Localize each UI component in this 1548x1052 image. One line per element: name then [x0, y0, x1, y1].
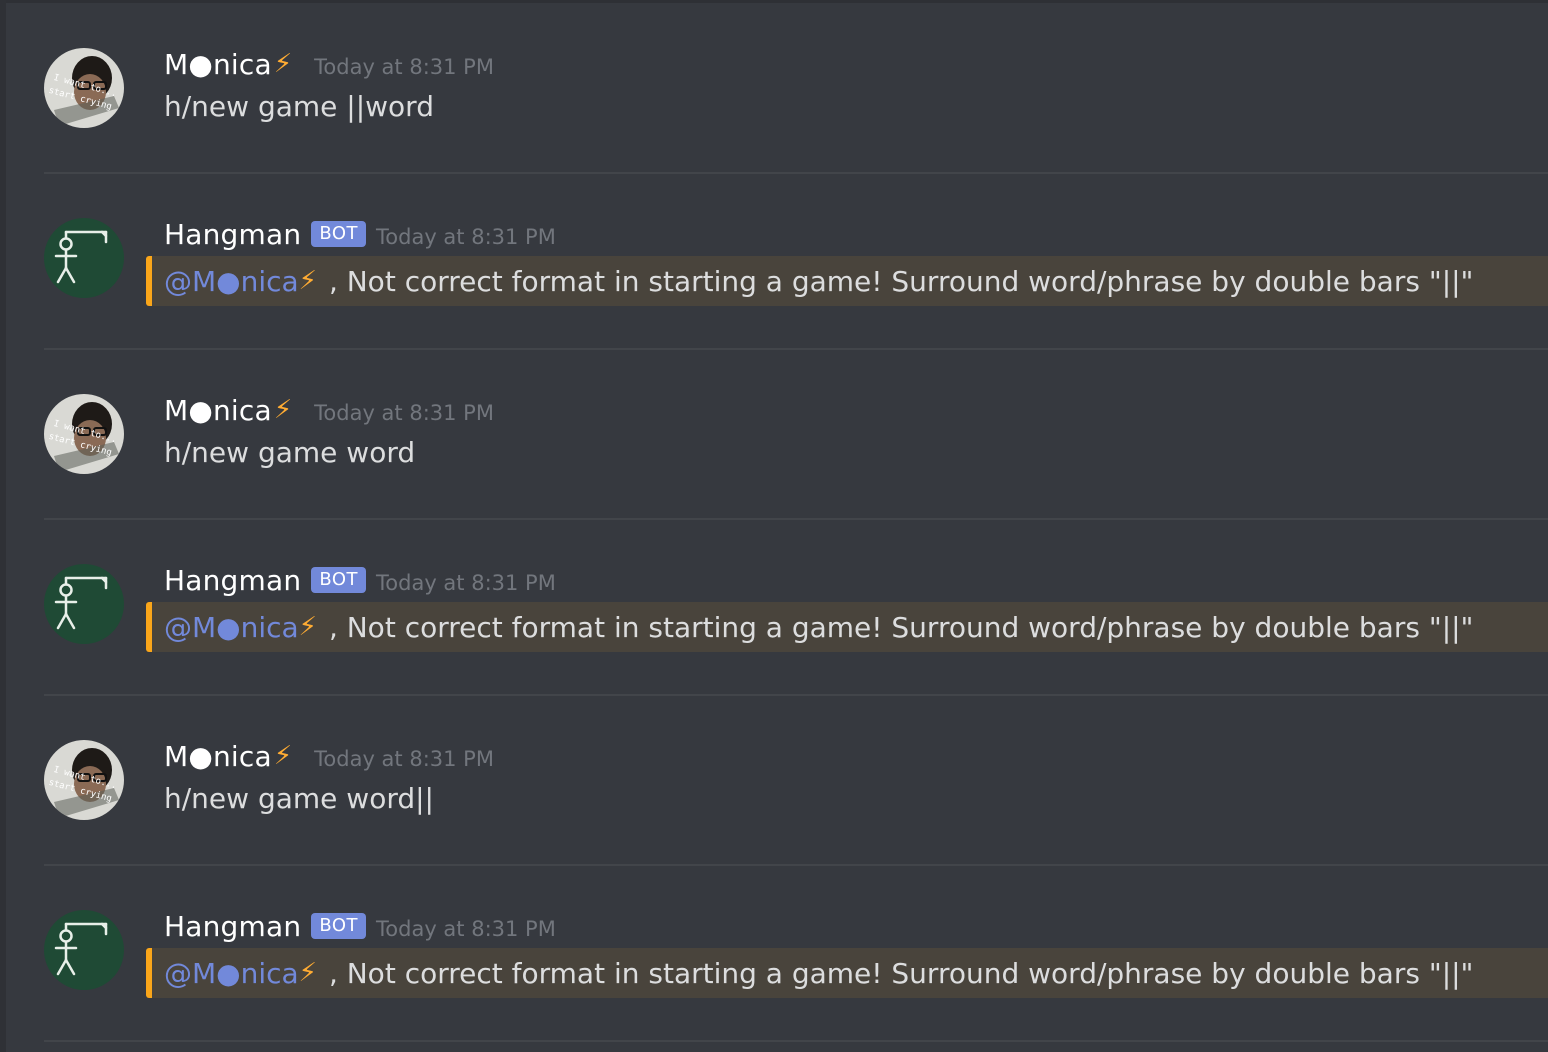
message-content: h/new game word [164, 436, 416, 469]
chat-message-list: I want to... start crying M●nica ⚡ Today… [0, 0, 1548, 1052]
bot-tag-badge: BOT [311, 567, 367, 593]
message-timestamp[interactable]: Today at 8:31 PM [314, 747, 494, 771]
mention-highlight: @M●nica ⚡ , Not correct format in starti… [146, 602, 1548, 652]
message-content: , Not correct format in starting a game!… [328, 264, 1474, 298]
author-name[interactable]: Hangman [164, 910, 301, 943]
message-content: , Not correct format in starting a game!… [328, 956, 1474, 990]
author-name[interactable]: Hangman [164, 218, 301, 251]
message-content: h/new game ||word [164, 90, 434, 123]
message-item[interactable]: I want to... start crying M●nica ⚡ Today… [0, 346, 1548, 520]
message-item[interactable]: Hangman BOT Today at 8:31 PM @M●nica ⚡ ,… [0, 866, 1548, 1042]
bot-tag-badge: BOT [311, 913, 367, 939]
user-avatar-meme-icon[interactable]: I want to... start crying [44, 394, 124, 474]
message-timestamp[interactable]: Today at 8:31 PM [376, 917, 556, 941]
message-content: , Not correct format in starting a game!… [328, 610, 1474, 644]
user-avatar-meme-icon[interactable]: I want to... start crying [44, 740, 124, 820]
message-header: Hangman BOT Today at 8:31 PM [164, 906, 556, 946]
lightning-emoji-icon: ⚡ [273, 741, 293, 771]
message-divider [44, 1040, 1548, 1042]
lightning-emoji-icon: ⚡ [298, 958, 317, 988]
user-mention[interactable]: @M●nica [164, 611, 299, 644]
mention-highlight: @M●nica ⚡ , Not correct format in starti… [146, 256, 1548, 306]
user-mention[interactable]: @M●nica [164, 957, 299, 990]
hangman-gallows-icon[interactable] [44, 564, 124, 644]
lightning-emoji-icon: ⚡ [298, 612, 317, 642]
message-header: Hangman BOT Today at 8:31 PM [164, 560, 556, 600]
bot-tag-badge: BOT [311, 221, 367, 247]
message-item[interactable]: I want to... start crying M●nica ⚡ Today… [0, 692, 1548, 866]
lightning-emoji-icon: ⚡ [298, 266, 317, 296]
hangman-gallows-icon[interactable] [44, 910, 124, 990]
message-header: M●nica ⚡ Today at 8:31 PM [164, 736, 494, 776]
message-header: M●nica ⚡ Today at 8:31 PM [164, 44, 494, 84]
lightning-emoji-icon: ⚡ [273, 49, 293, 79]
message-header: Hangman BOT Today at 8:31 PM [164, 214, 556, 254]
author-name[interactable]: M●nica [164, 740, 272, 773]
message-content: h/new game word|| [164, 782, 434, 815]
author-name[interactable]: Hangman [164, 564, 301, 597]
message-item[interactable]: Hangman BOT Today at 8:31 PM @M●nica ⚡ ,… [0, 174, 1548, 350]
author-name[interactable]: M●nica [164, 394, 272, 427]
message-timestamp[interactable]: Today at 8:31 PM [314, 55, 494, 79]
message-item[interactable]: Hangman BOT Today at 8:31 PM @M●nica ⚡ ,… [0, 520, 1548, 696]
message-header: M●nica ⚡ Today at 8:31 PM [164, 390, 494, 430]
message-timestamp[interactable]: Today at 8:31 PM [376, 571, 556, 595]
message-item[interactable]: I want to... start crying M●nica ⚡ Today… [0, 0, 1548, 174]
mention-highlight: @M●nica ⚡ , Not correct format in starti… [146, 948, 1548, 998]
hangman-gallows-icon[interactable] [44, 218, 124, 298]
lightning-emoji-icon: ⚡ [273, 395, 293, 425]
message-timestamp[interactable]: Today at 8:31 PM [314, 401, 494, 425]
user-mention[interactable]: @M●nica [164, 265, 299, 298]
user-avatar-meme-icon[interactable]: I want to... start crying [44, 48, 124, 128]
message-timestamp[interactable]: Today at 8:31 PM [376, 225, 556, 249]
author-name[interactable]: M●nica [164, 48, 272, 81]
